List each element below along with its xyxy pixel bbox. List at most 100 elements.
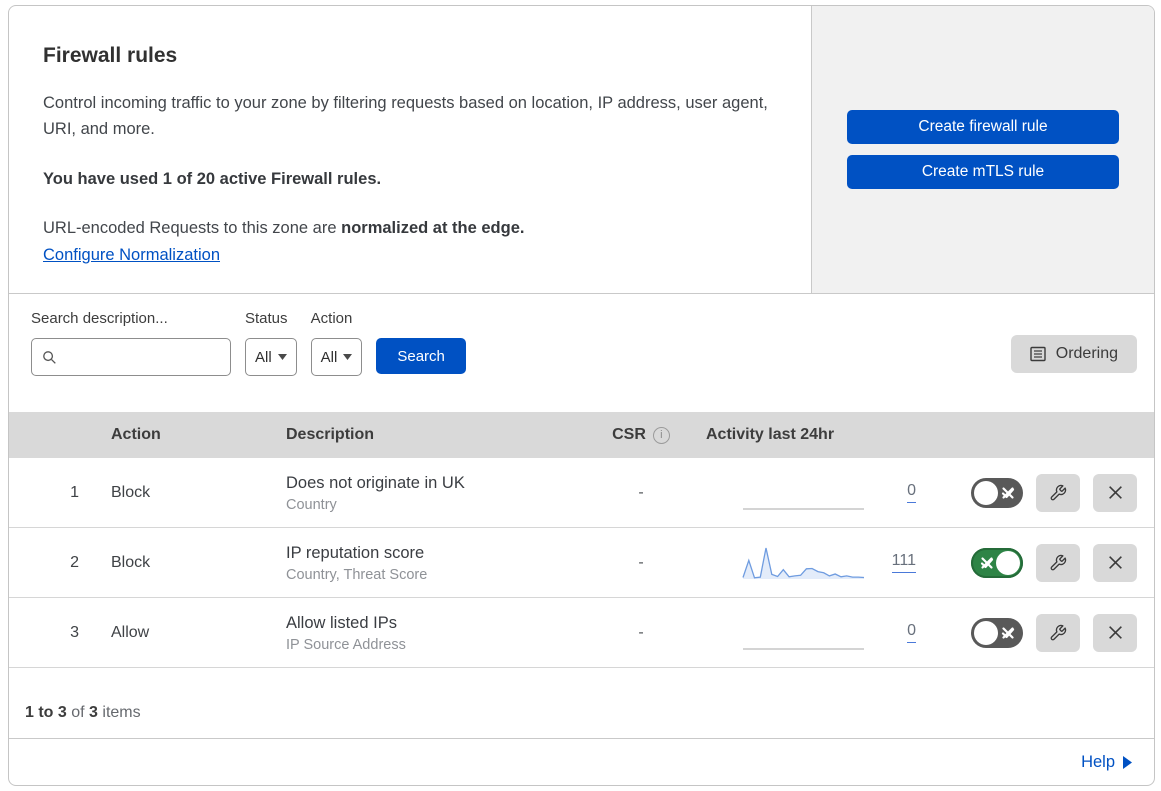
activity-sparkline bbox=[741, 613, 866, 653]
rule-description-cell: IP reputation score Country, Threat Scor… bbox=[276, 541, 591, 585]
pagination-summary: 1 to 3 of 3 items bbox=[9, 668, 1154, 738]
rule-csr-value: - bbox=[638, 623, 644, 641]
create-firewall-rule-button[interactable]: Create firewall rule bbox=[847, 110, 1119, 144]
rule-fields: Country, Threat Score bbox=[286, 566, 428, 583]
rule-description-cell: Allow listed IPs IP Source Address bbox=[276, 611, 591, 655]
usage-summary: You have used 1 of 20 active Firewall ru… bbox=[43, 170, 382, 188]
rule-controls bbox=[931, 473, 1154, 512]
table-row: 3 Allow Allow listed IPs IP Source Addre… bbox=[9, 598, 1154, 668]
edit-rule-button[interactable] bbox=[1036, 543, 1080, 582]
rule-priority: 2 bbox=[70, 553, 79, 571]
close-icon bbox=[1108, 626, 1122, 639]
activity-sparkline bbox=[741, 473, 866, 513]
rule-activity-cell: 0 bbox=[691, 613, 931, 653]
rule-controls bbox=[931, 613, 1154, 652]
items-text: items bbox=[102, 704, 141, 721]
column-header-activity: Activity last 24hr bbox=[706, 426, 835, 443]
rule-description: IP reputation score bbox=[286, 543, 425, 562]
wrench-icon bbox=[1050, 624, 1067, 640]
chevron-down-icon bbox=[277, 354, 287, 360]
toggle-knob bbox=[974, 620, 998, 645]
search-group: Search description... bbox=[31, 310, 231, 376]
status-select[interactable]: All bbox=[245, 338, 297, 376]
normalization-note: URL-encoded Requests to this zone are no… bbox=[43, 219, 771, 238]
rule-action: Block bbox=[111, 483, 151, 501]
activity-count-link[interactable]: 0 bbox=[907, 622, 916, 643]
rule-action: Block bbox=[111, 553, 151, 571]
arrow-right-icon bbox=[1123, 755, 1132, 769]
help-strip: Help bbox=[9, 738, 1154, 785]
rule-action: Allow bbox=[111, 623, 150, 641]
header-section: Firewall rules Control incoming traffic … bbox=[9, 6, 1154, 294]
rule-csr-value: - bbox=[638, 483, 644, 501]
table-header-row: Action Description CSR Activity last 24h… bbox=[9, 412, 1154, 458]
rule-priority: 1 bbox=[70, 483, 79, 501]
action-selected-value: All bbox=[320, 348, 338, 366]
activity-count-link[interactable]: 0 bbox=[907, 482, 916, 503]
create-mtls-rule-button[interactable]: Create mTLS rule bbox=[847, 155, 1119, 189]
items-total: 3 bbox=[89, 704, 98, 721]
column-header-description: Description bbox=[286, 426, 375, 443]
rule-controls bbox=[931, 543, 1154, 582]
page-title: Firewall rules bbox=[43, 44, 178, 67]
search-button[interactable]: Search bbox=[376, 338, 466, 374]
column-header-action: Action bbox=[111, 426, 161, 443]
activity-count-link[interactable]: 111 bbox=[891, 552, 916, 573]
rule-fields: IP Source Address bbox=[286, 636, 406, 653]
filter-bar: Search description... Status All Action … bbox=[9, 294, 1154, 412]
ordering-button-label: Ordering bbox=[1055, 345, 1118, 362]
actions-panel: Create firewall rule Create mTLS rule bbox=[811, 6, 1154, 293]
items-range: 1 to 3 bbox=[25, 704, 67, 721]
firewall-rules-page: Firewall rules Control incoming traffic … bbox=[0, 0, 1161, 791]
search-input[interactable] bbox=[64, 347, 220, 367]
edit-rule-button[interactable] bbox=[1036, 613, 1080, 652]
rule-description: Does not originate in UK bbox=[286, 473, 465, 492]
table-row: 1 Block Does not originate in UK Country… bbox=[9, 458, 1154, 528]
info-icon[interactable] bbox=[652, 426, 670, 444]
help-link-label: Help bbox=[1081, 752, 1115, 771]
close-icon bbox=[1108, 486, 1122, 499]
rule-description-cell: Does not originate in UK Country bbox=[276, 471, 591, 515]
action-filter-group: Action All bbox=[310, 310, 363, 376]
delete-rule-button[interactable] bbox=[1093, 473, 1137, 512]
delete-rule-button[interactable] bbox=[1093, 613, 1137, 652]
ordering-list-icon bbox=[1030, 346, 1046, 362]
x-icon bbox=[981, 556, 993, 569]
header-text-area: Firewall rules Control incoming traffic … bbox=[9, 6, 811, 293]
search-box[interactable] bbox=[31, 338, 231, 376]
table-row: 2 Block IP reputation score Country, Thr… bbox=[9, 528, 1154, 598]
rule-enabled-toggle[interactable] bbox=[971, 617, 1023, 648]
delete-rule-button[interactable] bbox=[1093, 543, 1137, 582]
toggle-knob bbox=[996, 550, 1020, 575]
search-icon bbox=[43, 350, 56, 364]
help-link[interactable]: Help bbox=[1081, 753, 1132, 772]
status-selected-value: All bbox=[255, 348, 272, 366]
firewall-rules-card: Firewall rules Control incoming traffic … bbox=[8, 5, 1155, 786]
search-label: Search description... bbox=[31, 310, 168, 327]
rule-description: Allow listed IPs bbox=[286, 613, 397, 632]
status-filter-group: Status All bbox=[245, 310, 297, 376]
wrench-icon bbox=[1050, 484, 1067, 500]
column-header-csr: CSR bbox=[591, 426, 691, 444]
normalization-bold-text: normalized at the edge. bbox=[341, 219, 525, 237]
rule-enabled-toggle[interactable] bbox=[971, 547, 1023, 578]
ordering-button[interactable]: Ordering bbox=[1010, 335, 1137, 373]
rule-enabled-toggle[interactable] bbox=[971, 477, 1023, 508]
of-text: of bbox=[71, 704, 85, 721]
chevron-down-icon bbox=[343, 354, 353, 360]
configure-normalization-link[interactable]: Configure Normalization bbox=[43, 246, 220, 264]
rule-activity-cell: 111 bbox=[691, 543, 931, 583]
edit-rule-button[interactable] bbox=[1036, 473, 1080, 512]
x-icon bbox=[1002, 626, 1014, 639]
action-select[interactable]: All bbox=[310, 338, 363, 376]
status-label: Status bbox=[245, 310, 288, 327]
action-label: Action bbox=[310, 310, 353, 327]
rule-priority: 3 bbox=[70, 623, 79, 641]
page-description: Control incoming traffic to your zone by… bbox=[43, 94, 768, 138]
x-icon bbox=[1002, 486, 1014, 499]
close-icon bbox=[1108, 556, 1122, 569]
rule-activity-cell: 0 bbox=[691, 473, 931, 513]
normalization-text: URL-encoded Requests to this zone are bbox=[43, 219, 337, 237]
wrench-icon bbox=[1050, 554, 1067, 570]
rule-csr-value: - bbox=[638, 553, 644, 571]
